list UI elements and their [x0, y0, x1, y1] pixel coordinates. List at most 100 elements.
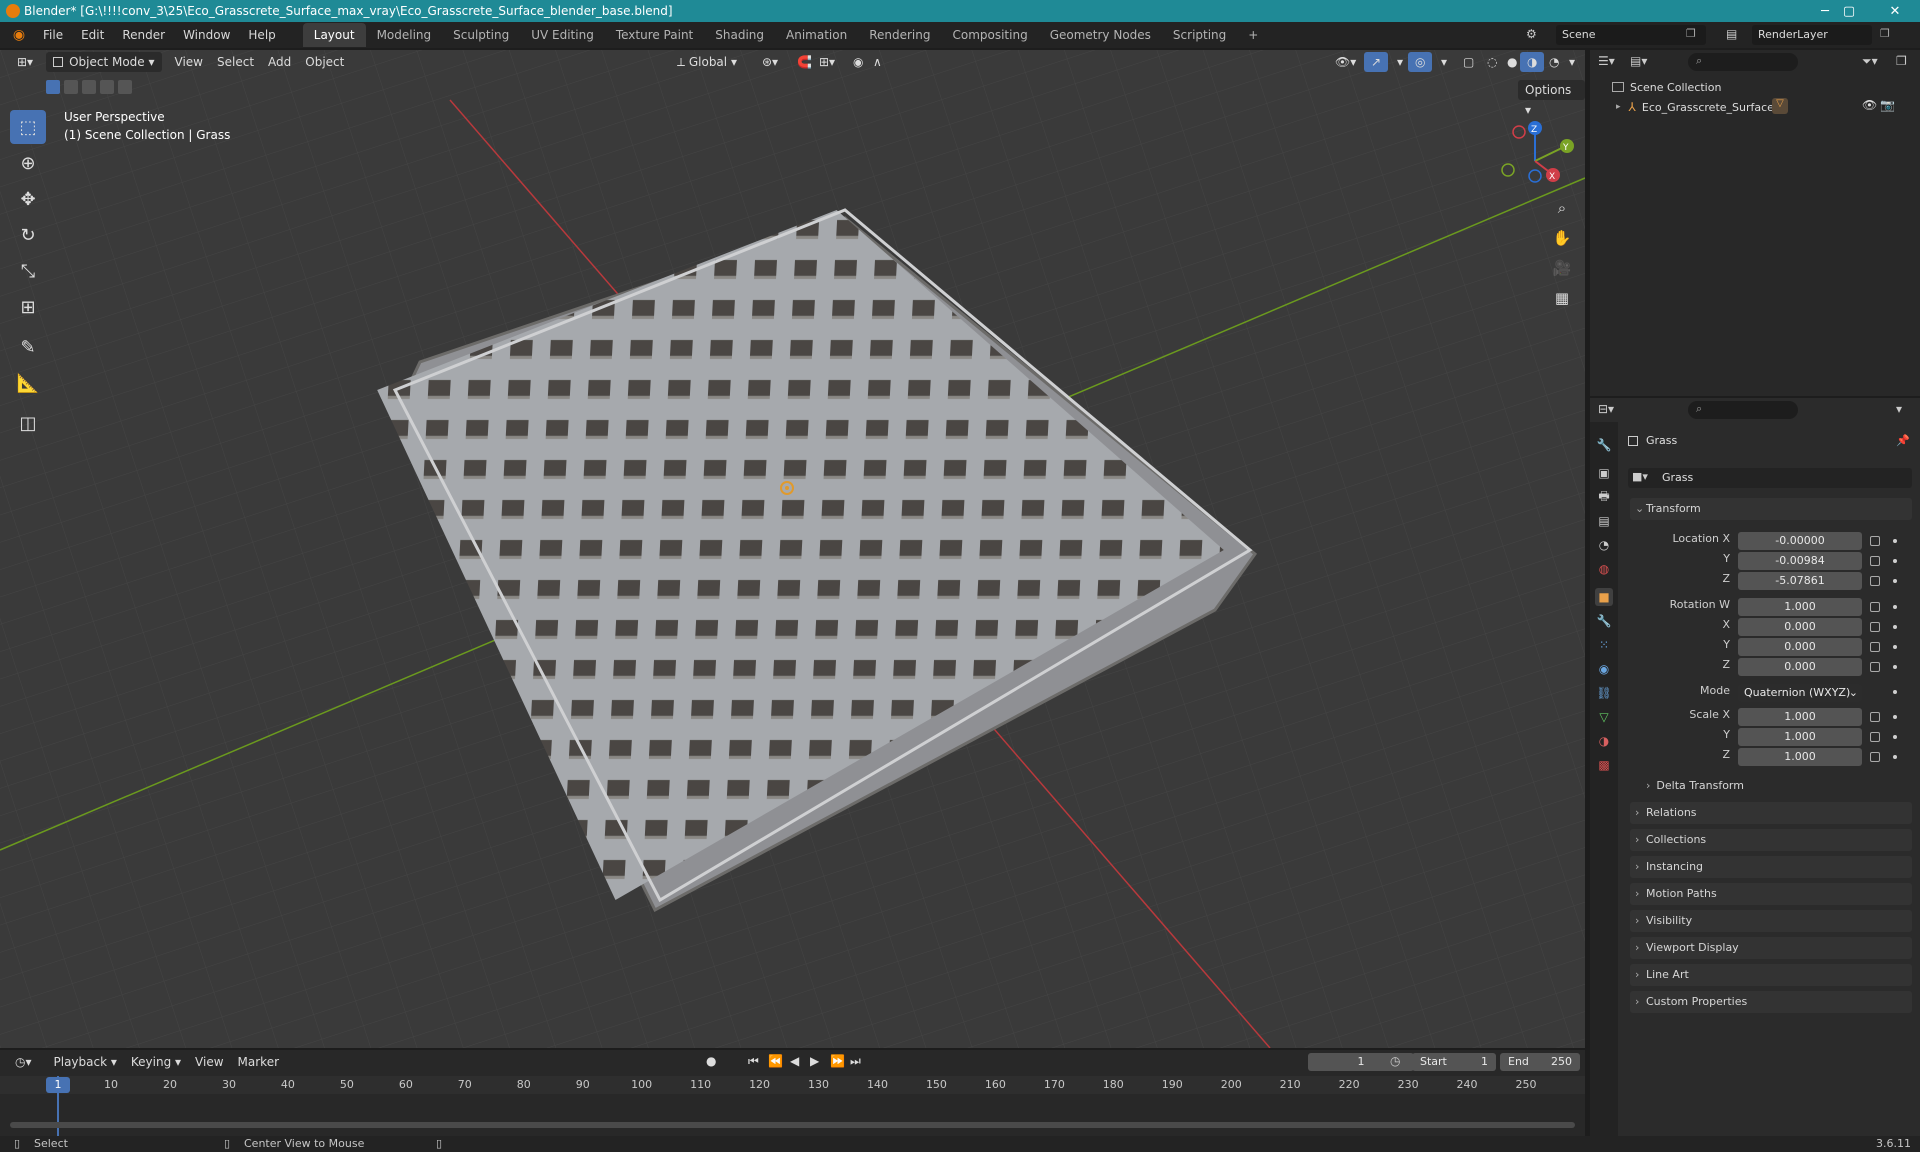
3d-viewport[interactable]: ⊞▾ Object Mode ▾ View Select Add Object …: [0, 50, 1585, 1048]
navigation-gizmo[interactable]: Z Y X: [1490, 116, 1580, 206]
playhead-frame-label[interactable]: 1: [46, 1077, 70, 1093]
keyframe-dot-icon[interactable]: [1893, 755, 1897, 759]
add-cube-tool[interactable]: ◫: [10, 406, 46, 440]
delta-transform-subpanel[interactable]: › Delta Transform: [1646, 776, 1744, 796]
select-new-icon[interactable]: [46, 80, 60, 94]
rotation-x-field[interactable]: 0.000: [1738, 618, 1862, 636]
scale-y-field[interactable]: 1.000: [1738, 728, 1862, 746]
filter-icon[interactable]: ⏷▾: [1862, 54, 1878, 69]
rotate-tool[interactable]: ↻: [10, 218, 46, 252]
keyframe-dot-icon[interactable]: [1893, 715, 1897, 719]
object-tab-icon[interactable]: ■: [1595, 588, 1613, 606]
camera-view-icon[interactable]: 🎥: [1548, 254, 1576, 282]
select-subtract-icon[interactable]: [82, 80, 96, 94]
menu-edit[interactable]: Edit: [72, 24, 113, 46]
snap-target-icon[interactable]: ⊞▾: [812, 52, 842, 72]
record-icon[interactable]: ●: [706, 1054, 716, 1068]
gizmo-toggle-icon[interactable]: ↗: [1364, 52, 1389, 72]
rotation-mode-dropdown[interactable]: Quaternion (WXYZ) ⌄: [1738, 684, 1862, 702]
tab-texture-paint[interactable]: Texture Paint: [605, 23, 704, 47]
annotate-tool[interactable]: ✎: [10, 330, 46, 364]
lock-icon[interactable]: [1870, 662, 1880, 672]
cursor-tool[interactable]: ⊕: [10, 146, 46, 180]
blender-menu-icon[interactable]: ◉: [4, 25, 34, 45]
location-x-field[interactable]: -0.00000: [1738, 532, 1862, 550]
select-invert-icon[interactable]: [100, 80, 114, 94]
keyframe-dot-icon[interactable]: [1893, 665, 1897, 669]
pin-icon[interactable]: 📌: [1896, 434, 1910, 447]
expand-chevron-icon[interactable]: ▸: [1616, 102, 1621, 112]
eye-visibility-icon[interactable]: 👁: [1862, 98, 1877, 112]
add-workspace-button[interactable]: +: [1237, 23, 1269, 47]
texture-tab-icon[interactable]: ▩: [1595, 756, 1613, 774]
lock-icon[interactable]: [1870, 712, 1880, 722]
lock-icon[interactable]: [1870, 576, 1880, 586]
menu-select[interactable]: Select: [210, 52, 261, 72]
overlays-toggle-icon[interactable]: ◎: [1408, 52, 1433, 72]
motion-paths-panel-header[interactable]: › Motion Paths: [1630, 883, 1912, 905]
menu-playback[interactable]: Playback ▾: [47, 1052, 124, 1072]
pan-hand-icon[interactable]: ✋: [1548, 224, 1576, 252]
collections-panel-header[interactable]: › Collections: [1630, 829, 1912, 851]
menu-view[interactable]: View: [168, 52, 210, 72]
scale-x-field[interactable]: 1.000: [1738, 708, 1862, 726]
prev-keyframe-icon[interactable]: ⏪: [768, 1054, 783, 1068]
modifier-tab-icon[interactable]: 🔧: [1595, 612, 1613, 630]
start-frame-field[interactable]: Start 1: [1412, 1053, 1496, 1071]
new-view-layer-icon[interactable]: ❐: [1880, 27, 1890, 40]
camera-render-icon[interactable]: 📷: [1880, 98, 1895, 112]
new-scene-icon[interactable]: ❐: [1686, 27, 1696, 40]
mode-selector[interactable]: Object Mode ▾: [46, 52, 162, 72]
new-collection-icon[interactable]: ❐: [1896, 54, 1907, 68]
line-art-panel-header[interactable]: › Line Art: [1630, 964, 1912, 986]
tab-modeling[interactable]: Modeling: [366, 23, 443, 47]
lock-icon[interactable]: [1870, 642, 1880, 652]
editor-type-icon[interactable]: ⊞▾: [10, 52, 40, 72]
view-layer-icon[interactable]: ▤: [1726, 27, 1737, 41]
maximize-button[interactable]: ▢: [1826, 0, 1872, 22]
play-reverse-icon[interactable]: ◀: [790, 1054, 799, 1068]
transform-tool[interactable]: ⊞: [10, 290, 46, 324]
render-tab-icon[interactable]: ▣: [1595, 464, 1613, 482]
scene-tab-icon[interactable]: ◔: [1595, 536, 1613, 554]
constraints-tab-icon[interactable]: ⛓: [1595, 684, 1613, 702]
instancing-panel-header[interactable]: › Instancing: [1630, 856, 1912, 878]
menu-help[interactable]: Help: [239, 24, 284, 46]
tab-layout[interactable]: Layout: [302, 23, 366, 47]
menu-window[interactable]: Window: [174, 24, 239, 46]
properties-search-input[interactable]: ⌕: [1688, 401, 1798, 419]
keyframe-dot-icon[interactable]: [1893, 579, 1897, 583]
particles-tab-icon[interactable]: ⁙: [1595, 636, 1613, 654]
menu-file[interactable]: File: [34, 24, 72, 46]
timeline-scrollbar[interactable]: [10, 1122, 1575, 1128]
tool-tab-icon[interactable]: 🔧: [1595, 436, 1613, 454]
select-intersect-icon[interactable]: [118, 80, 132, 94]
custom-properties-panel-header[interactable]: › Custom Properties: [1630, 991, 1912, 1013]
next-keyframe-icon[interactable]: ⏩: [830, 1054, 845, 1068]
tab-sculpting[interactable]: Sculpting: [442, 23, 520, 47]
jump-end-icon[interactable]: ⏭: [850, 1054, 861, 1069]
mesh-data-tab-icon[interactable]: ▽: [1595, 708, 1613, 726]
transform-panel-header[interactable]: ⌄ Transform: [1630, 498, 1912, 520]
options-dropdown[interactable]: Options ▾: [1518, 80, 1585, 117]
output-tab-icon[interactable]: 🖶: [1595, 488, 1613, 506]
shading-dropdown-icon[interactable]: ▾: [1562, 52, 1582, 72]
lock-icon[interactable]: [1870, 536, 1880, 546]
frame-ruler[interactable]: 10 20 30 40 50 60 70 80 90 100 110 120 130 140 150 160 1…: [0, 1076, 1585, 1094]
tab-animation[interactable]: Animation: [775, 23, 858, 47]
scene-collection-row[interactable]: Scene Collection: [1612, 78, 1721, 96]
visibility-panel-header[interactable]: › Visibility: [1630, 910, 1912, 932]
tab-uv-editing[interactable]: UV Editing: [520, 23, 605, 47]
select-box-tool[interactable]: ⬚: [10, 110, 46, 144]
menu-marker[interactable]: Marker: [231, 1052, 286, 1072]
viewport-display-panel-header[interactable]: › Viewport Display: [1630, 937, 1912, 959]
tab-compositing[interactable]: Compositing: [941, 23, 1038, 47]
tab-geometry-nodes[interactable]: Geometry Nodes: [1039, 23, 1162, 47]
scale-z-field[interactable]: 1.000: [1738, 748, 1862, 766]
tab-scripting[interactable]: Scripting: [1162, 23, 1237, 47]
lock-icon[interactable]: [1870, 752, 1880, 762]
lock-icon[interactable]: [1870, 602, 1880, 612]
world-tab-icon[interactable]: ◍: [1595, 560, 1613, 578]
lock-icon[interactable]: [1870, 732, 1880, 742]
rotation-y-field[interactable]: 0.000: [1738, 638, 1862, 656]
